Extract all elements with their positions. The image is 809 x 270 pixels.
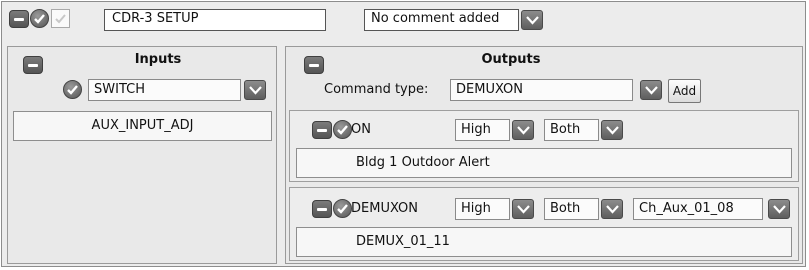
mode-select[interactable]: Both — [544, 198, 599, 220]
setup-window: CDR-3 SETUP No comment added Inputs SWIT… — [1, 1, 806, 267]
level-dropdown-button[interactable] — [512, 120, 534, 140]
mode-select[interactable]: Both — [544, 119, 599, 141]
mode-dropdown-button[interactable] — [601, 199, 623, 219]
channel-dropdown-button[interactable] — [768, 199, 790, 219]
comment-field[interactable]: No comment added — [364, 9, 519, 31]
enabled-check-icon[interactable] — [30, 9, 49, 28]
command-check-icon[interactable] — [333, 120, 352, 139]
select-checkbox[interactable] — [51, 9, 70, 28]
command-name: ON — [351, 122, 371, 137]
collapse-minus-icon[interactable] — [9, 10, 29, 28]
command-name: DEMUXON — [351, 201, 418, 216]
command-check-icon[interactable] — [333, 199, 352, 218]
level-dropdown-button[interactable] — [512, 199, 534, 219]
command-minus-icon[interactable] — [312, 121, 332, 139]
inputs-title: Inputs — [134, 52, 182, 67]
inputs-check-icon[interactable] — [63, 80, 82, 99]
command-type-dropdown-button[interactable] — [640, 80, 662, 100]
comment-dropdown-button[interactable] — [521, 10, 543, 30]
inputs-panel: Inputs SWITCH AUX_INPUT_ADJ — [7, 46, 277, 264]
command-block: DEMUXON High Both Ch_Aux_01_08 DEMUX_01_… — [289, 187, 799, 261]
level-select[interactable]: High — [455, 119, 510, 141]
outputs-minus-icon[interactable] — [304, 56, 324, 74]
input-item[interactable]: AUX_INPUT_ADJ — [13, 111, 272, 141]
input-type-select[interactable]: SWITCH — [88, 79, 241, 101]
outputs-panel: Outputs Command type: DEMUXON Add ON Hig… — [285, 46, 803, 264]
outputs-title: Outputs — [481, 52, 541, 67]
inputs-minus-icon[interactable] — [23, 56, 43, 74]
title-input[interactable]: CDR-3 SETUP — [104, 9, 326, 31]
mode-dropdown-button[interactable] — [601, 120, 623, 140]
channel-select[interactable]: Ch_Aux_01_08 — [633, 198, 763, 220]
command-type-select[interactable]: DEMUXON — [450, 79, 633, 101]
command-detail[interactable]: DEMUX_01_11 — [296, 227, 792, 257]
command-block: ON High Both Bldg 1 Outdoor Alert — [289, 110, 799, 182]
command-detail[interactable]: Bldg 1 Outdoor Alert — [296, 148, 792, 178]
input-type-dropdown-button[interactable] — [244, 80, 266, 100]
command-type-label: Command type: — [324, 82, 429, 97]
level-select[interactable]: High — [455, 198, 510, 220]
add-command-button[interactable]: Add — [668, 79, 701, 103]
command-minus-icon[interactable] — [312, 200, 332, 218]
